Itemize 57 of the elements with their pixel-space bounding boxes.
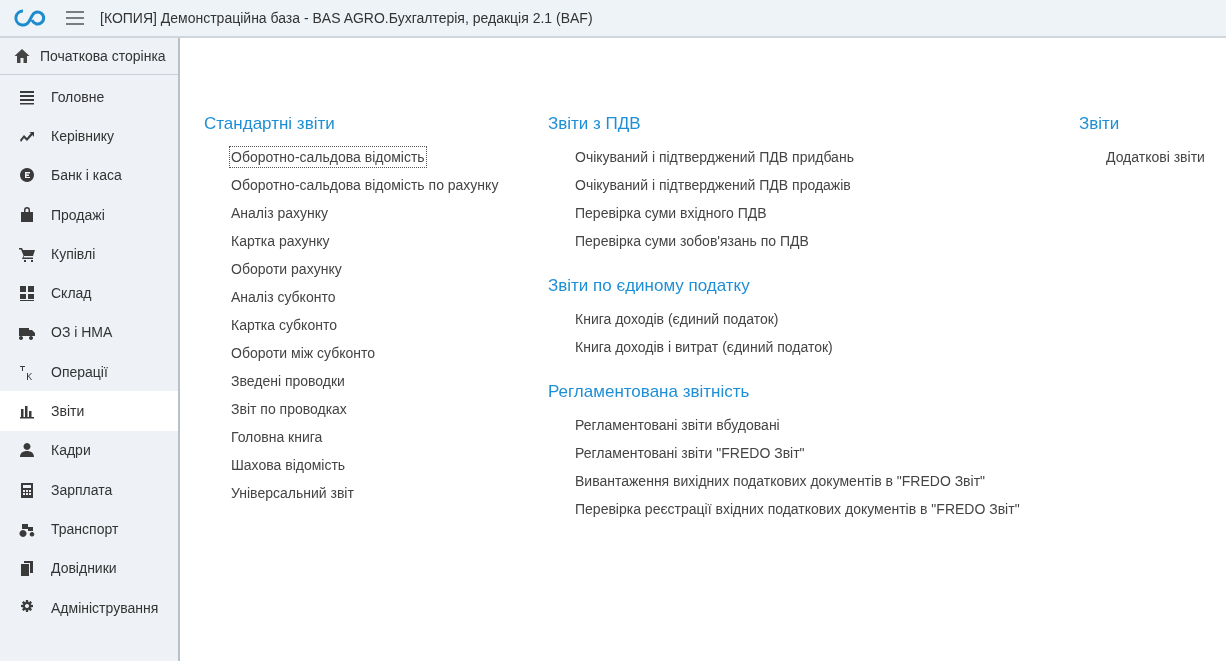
- report-link[interactable]: Аналіз рахунку: [229, 202, 331, 230]
- sidebar-item[interactable]: Купівлі: [0, 234, 178, 274]
- report-link[interactable]: Очікуваний і підтверджений ПДВ придбань: [573, 146, 856, 174]
- report-link[interactable]: Оборотно-сальдова відомість: [229, 146, 427, 168]
- list-icon: [19, 88, 35, 105]
- sidebar-item[interactable]: Продажі: [0, 194, 178, 235]
- calculator-icon: [19, 481, 35, 498]
- report-link[interactable]: Вивантаження вихідних податкових документів в "FREDO Звіт": [573, 470, 988, 498]
- report-link[interactable]: Картка рахунку: [229, 230, 332, 258]
- report-link[interactable]: Обороти рахунку: [229, 258, 344, 286]
- sidebar-item[interactable]: Транспорт: [0, 509, 178, 549]
- bar-chart-icon: [19, 403, 35, 419]
- report-link[interactable]: Оборотно-сальдова відомість по рахунку: [229, 174, 501, 202]
- report-link[interactable]: Очікуваний і підтверджений ПДВ продажів: [573, 174, 853, 202]
- sidebar-item[interactable]: Головне: [0, 77, 178, 117]
- sidebar-item[interactable]: Довідники: [0, 548, 178, 588]
- section-title: Стандартні звіти: [204, 114, 336, 134]
- report-link[interactable]: Зведені проводки: [229, 370, 347, 398]
- report-link[interactable]: Обороти між субконто: [229, 342, 378, 370]
- sidebar-item[interactable]: ОЗ і НМА: [0, 312, 178, 353]
- report-link[interactable]: Книга доходів і витрат (єдиний податок): [573, 336, 835, 364]
- report-link[interactable]: Регламентовані звіти вбудовані: [573, 414, 782, 442]
- sidebar-item[interactable]: Зарплата: [0, 469, 178, 510]
- home-icon: [14, 48, 30, 64]
- bag-icon: [19, 206, 35, 223]
- report-link[interactable]: Перевірка суми вхідного ПДВ: [573, 202, 769, 230]
- section-title: Звіти з ПДВ: [548, 114, 642, 134]
- cart-icon: [19, 245, 35, 262]
- report-link[interactable]: Шахова відомість: [229, 454, 348, 482]
- sidebar-item[interactable]: Звіти: [0, 391, 178, 431]
- sidebar-item[interactable]: Склад: [0, 273, 178, 313]
- sidebar-item[interactable]: Кадри: [0, 430, 178, 470]
- menu-icon[interactable]: [66, 11, 84, 25]
- logo-icon: [14, 9, 46, 27]
- report-link[interactable]: Перевірка суми зобов'язань по ПДВ: [573, 230, 811, 258]
- sidebar-item[interactable]: Операції: [0, 352, 178, 392]
- report-link[interactable]: Картка субконто: [229, 314, 339, 342]
- section-title: Звіти по єдиному податку: [548, 276, 751, 296]
- report-link[interactable]: Головна книга: [229, 426, 325, 454]
- documents-icon: [19, 560, 35, 577]
- coin-icon: [19, 167, 35, 184]
- report-link[interactable]: Книга доходів (єдиний податок): [573, 308, 781, 336]
- grid-icon: [19, 285, 35, 302]
- report-link[interactable]: Регламентовані звіти "FREDO Звіт": [573, 442, 807, 470]
- section-title: Регламентована звітність: [548, 382, 751, 402]
- report-link[interactable]: Універсальний звіт: [229, 482, 356, 510]
- report-link[interactable]: Звіт по проводках: [229, 398, 349, 426]
- sidebar-item[interactable]: Адміністрування: [0, 587, 178, 628]
- sidebar-item[interactable]: Банк і каса: [0, 155, 178, 195]
- section-title: Звіти: [1079, 114, 1121, 134]
- sidebar-item[interactable]: Керівнику: [0, 116, 178, 156]
- report-link[interactable]: Додаткові звіти: [1104, 146, 1207, 174]
- window-title: [КОПИЯ] Демонстраційна база - BAS AGRO.Бухгалтерія, редакція 2.1 (BAF): [100, 10, 593, 26]
- report-link[interactable]: Перевірка реєстрації вхідних податкових документів в "FREDO Звіт": [573, 498, 1022, 526]
- report-link[interactable]: Аналіз субконто: [229, 286, 338, 314]
- person-icon: [19, 442, 35, 459]
- home-tab[interactable]: Початкова сторінка: [0, 38, 178, 75]
